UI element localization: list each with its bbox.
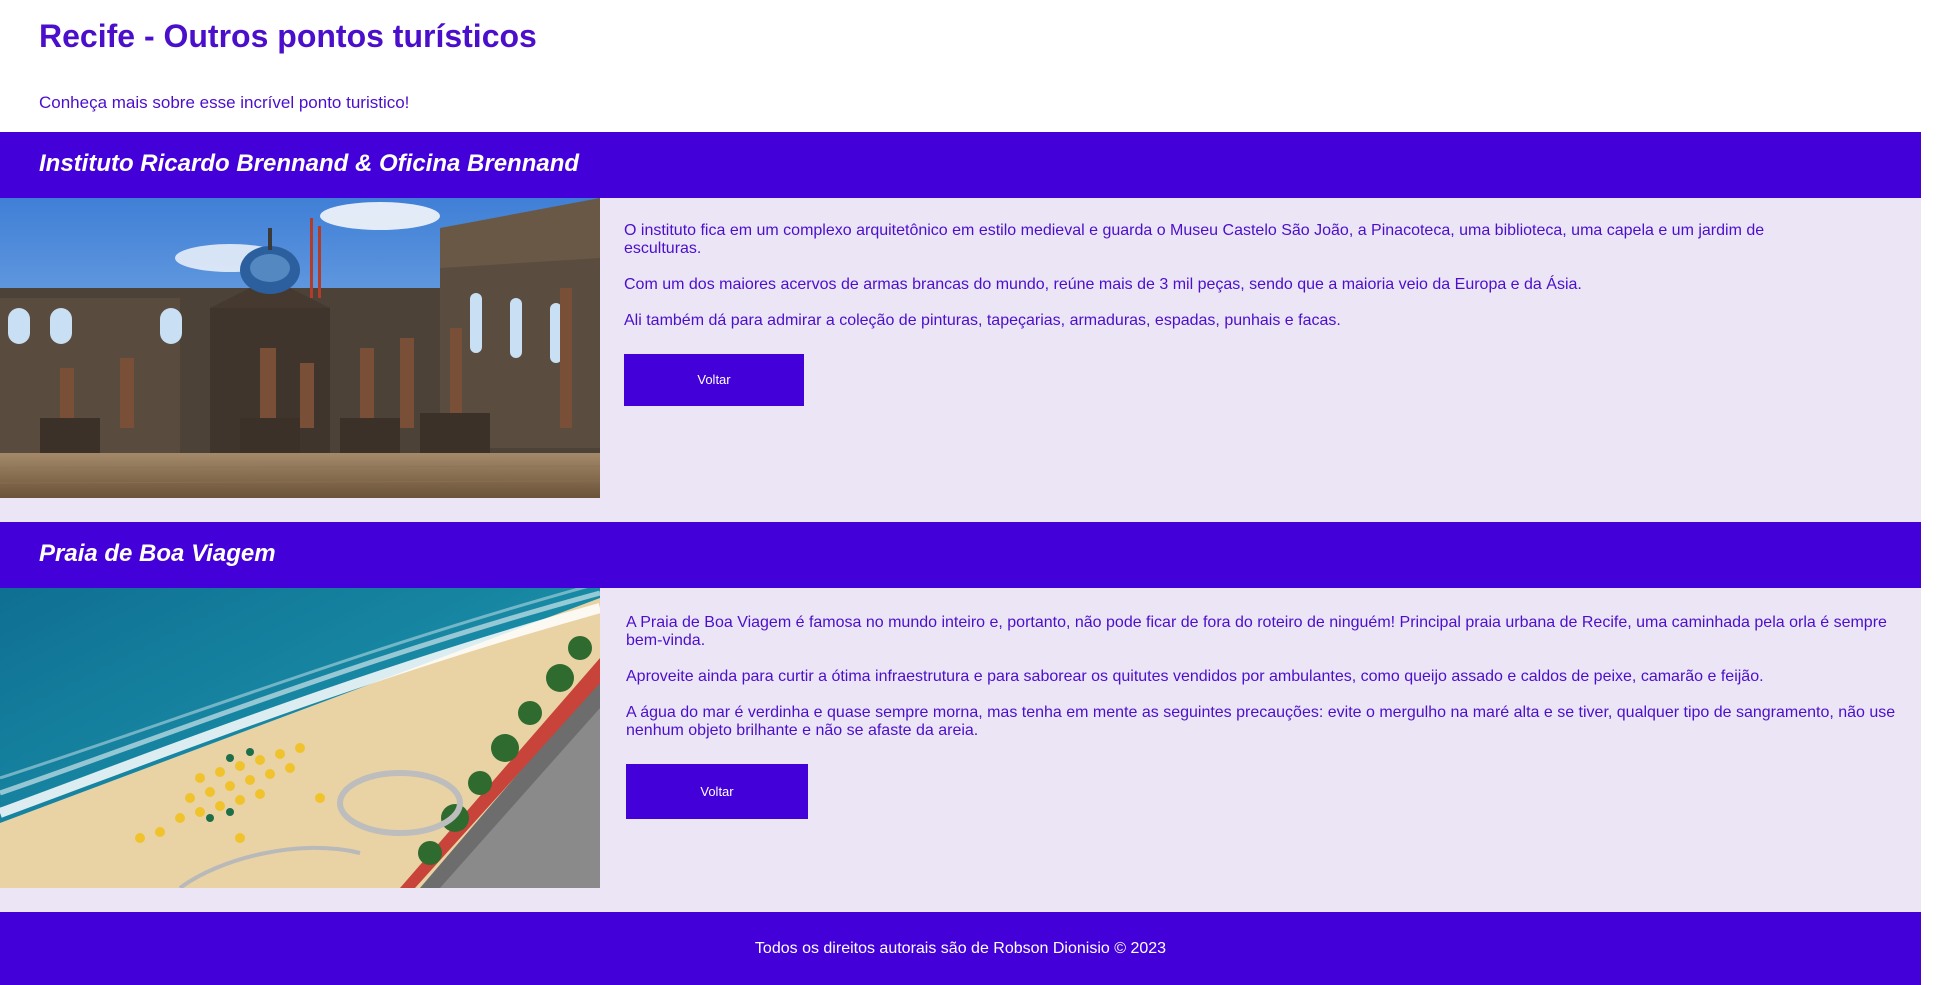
back-button[interactable]: Voltar <box>626 764 808 819</box>
page-footer: Todos os direitos autorais são de Robson… <box>0 912 1921 985</box>
page: Recife - Outros pontos turísticos Conheç… <box>0 0 1958 985</box>
back-button[interactable]: Voltar <box>624 354 804 406</box>
section-content: O instituto fica em um complexo arquitet… <box>624 222 1774 406</box>
page-subtitle: Conheça mais sobre esse incrível ponto t… <box>39 93 410 112</box>
section-paragraph: A água do mar é verdinha e quase sempre … <box>626 704 1896 739</box>
page-title: Recife - Outros pontos turísticos <box>39 18 537 54</box>
section-title: Instituto Ricardo Brennand & Oficina Bre… <box>39 150 580 177</box>
section-paragraph: Ali também dá para admirar a coleção de … <box>624 312 1341 329</box>
attraction-section-boa-viagem: Praia de Boa Viagem A Praia de Boa Viage… <box>0 522 1921 912</box>
copyright-text: Todos os direitos autorais são de Robson… <box>754 940 1167 957</box>
attraction-section-brennand: Instituto Ricardo Brennand & Oficina Bre… <box>0 132 1921 522</box>
section-content: A Praia de Boa Viagem é famosa no mundo … <box>626 614 1898 819</box>
castle-photo <box>0 198 600 498</box>
section-title-bar: Instituto Ricardo Brennand & Oficina Bre… <box>0 132 1921 198</box>
beach-photo <box>0 588 600 888</box>
section-paragraph: O instituto fica em um complexo arquitet… <box>624 222 1765 257</box>
section-paragraph: Aproveite ainda para curtir a ótima infr… <box>626 668 1764 685</box>
section-title-bar: Praia de Boa Viagem <box>0 522 1921 588</box>
page-header: Recife - Outros pontos turísticos Conheç… <box>0 0 1921 132</box>
section-title: Praia de Boa Viagem <box>39 540 276 567</box>
section-paragraph: Com um dos maiores acervos de armas bran… <box>624 276 1582 293</box>
section-paragraph: A Praia de Boa Viagem é famosa no mundo … <box>626 614 1887 649</box>
right-gutter <box>1921 0 1958 985</box>
